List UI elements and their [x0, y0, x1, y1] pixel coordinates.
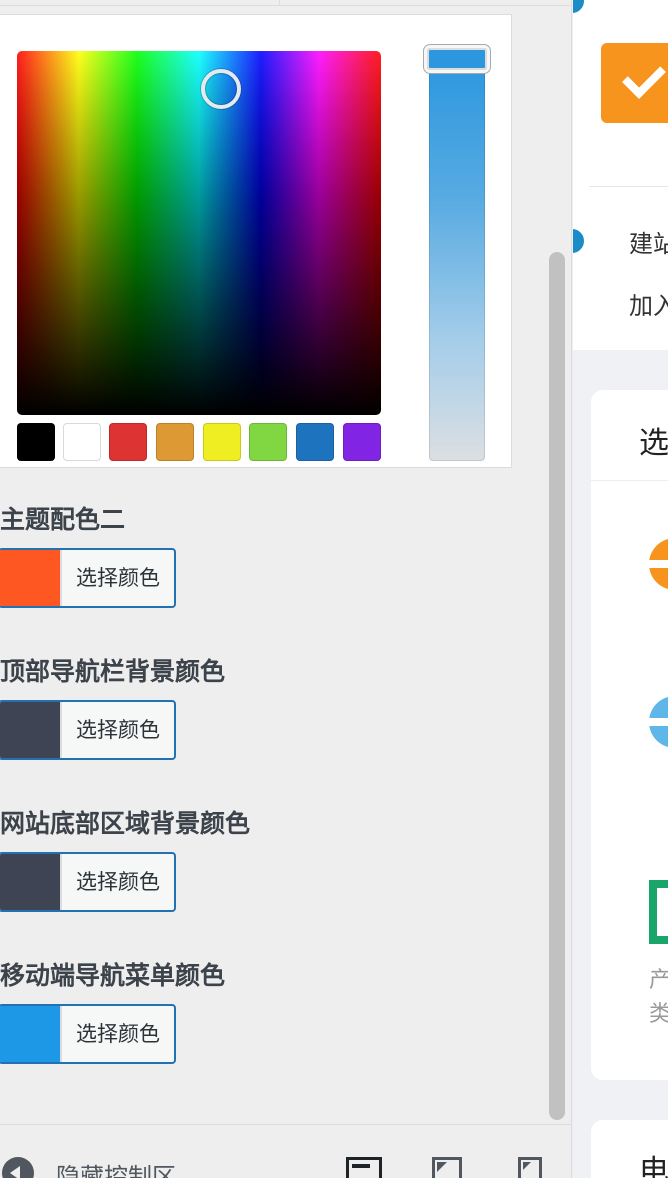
palette-swatch-orange[interactable]	[156, 423, 194, 461]
customizer-screen: 主题配色二 选择颜色 顶部导航栏背景颜色 选择颜色 网站底部区域背景颜色 选择颜…	[0, 0, 668, 1178]
preview-card: 电	[591, 1120, 668, 1178]
hue-slider[interactable]	[429, 59, 485, 461]
select-color-label: 选择颜色	[76, 718, 160, 742]
checkmark-icon	[601, 43, 668, 123]
collapse-arrow-icon[interactable]	[2, 1157, 34, 1178]
select-color-button[interactable]: 选择颜色	[0, 852, 176, 912]
color-picker	[0, 14, 512, 468]
color-swatch	[0, 702, 60, 758]
palette-swatch-purple[interactable]	[343, 423, 381, 461]
setting-title: 顶部导航栏背景颜色	[0, 657, 226, 686]
tablet-icon[interactable]	[432, 1157, 462, 1178]
color-swatch	[0, 1006, 60, 1062]
palette-swatch-red[interactable]	[109, 423, 147, 461]
select-color-label: 选择颜色	[76, 870, 160, 894]
preview-text-1: 建站	[629, 230, 668, 258]
blue-circle-icon	[649, 696, 668, 748]
color-picker-handle[interactable]	[201, 69, 241, 109]
panel-top-divider	[0, 0, 571, 6]
preview-section: 建站 加入	[573, 0, 668, 350]
customizer-footer: 隐藏控制区	[0, 1124, 571, 1178]
scrollbar-thumb[interactable]	[549, 252, 565, 1120]
select-color-label: 选择颜色	[76, 566, 160, 590]
hue-slider-handle[interactable]	[424, 45, 490, 73]
color-swatch	[0, 550, 60, 606]
preview-card-title: 选	[639, 426, 668, 461]
select-color-button[interactable]: 选择颜色	[0, 548, 176, 608]
palette-swatch-yellow[interactable]	[203, 423, 241, 461]
saturation-value-area[interactable]	[17, 51, 381, 415]
palette-swatch-green[interactable]	[249, 423, 287, 461]
palette-swatch-white[interactable]	[63, 423, 101, 461]
preview-card-title: 电	[639, 1154, 668, 1178]
preview-text-2: 加入	[629, 292, 668, 320]
desktop-icon[interactable]	[346, 1157, 382, 1178]
select-color-label: 选择颜色	[76, 1022, 160, 1046]
collapse-sidebar-button[interactable]: 隐藏控制区	[56, 1157, 176, 1178]
palette-swatch-blue[interactable]	[296, 423, 334, 461]
site-preview: 建站 加入 选 产 类 电	[573, 0, 668, 1178]
color-swatch	[0, 854, 60, 910]
setting-title: 主题配色二	[0, 505, 126, 534]
setting-title: 网站底部区域背景颜色	[0, 809, 251, 838]
preview-card: 选 产 类	[591, 390, 668, 1080]
select-color-button[interactable]: 选择颜色	[0, 1004, 176, 1064]
mobile-icon[interactable]	[518, 1157, 542, 1178]
select-color-button[interactable]: 选择颜色	[0, 700, 176, 760]
setting-title: 移动端导航菜单颜色	[0, 961, 226, 990]
preview-grey-text-1: 产	[649, 968, 668, 993]
palette-swatch-black[interactable]	[17, 423, 55, 461]
orange-circle-icon	[649, 538, 668, 590]
customizer-panel: 主题配色二 选择颜色 顶部导航栏背景颜色 选择颜色 网站底部区域背景颜色 选择颜…	[0, 0, 572, 1178]
green-square-icon	[649, 880, 668, 944]
preview-grey-text-2: 类	[649, 1002, 668, 1027]
